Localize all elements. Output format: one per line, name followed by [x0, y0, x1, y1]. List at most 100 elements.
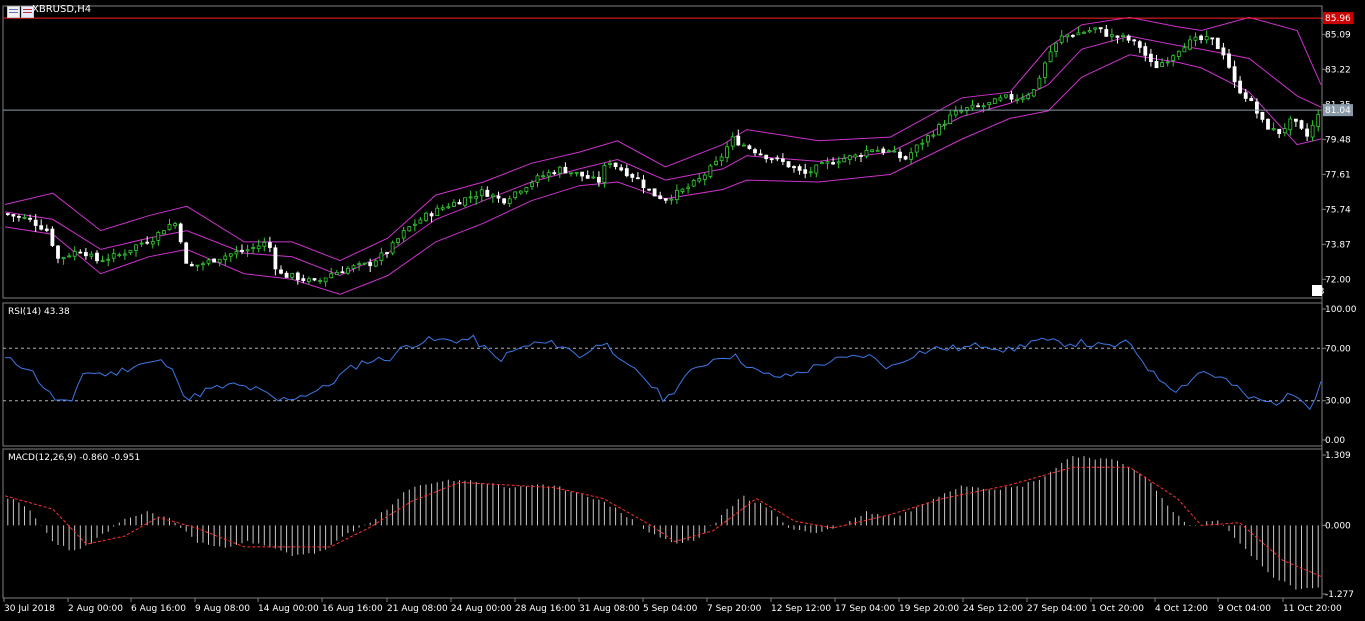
candle-body	[39, 225, 44, 230]
candle-body	[139, 242, 144, 245]
candle-body	[284, 272, 289, 278]
candle-body	[992, 98, 997, 104]
candle-body	[825, 161, 830, 164]
candle-body	[524, 187, 529, 192]
candle-body	[1243, 92, 1248, 99]
candle-body	[457, 201, 462, 205]
candle-body	[496, 195, 501, 199]
candle-body	[909, 152, 913, 160]
candle-body	[702, 174, 707, 180]
candle-body	[429, 213, 434, 217]
candle-body	[530, 182, 534, 187]
candle-body	[775, 157, 780, 160]
candle-body	[1299, 120, 1304, 129]
time-tick-label: 5 Sep 04:00	[643, 604, 698, 614]
candle-body	[786, 161, 791, 168]
price-tick-label: 79.48	[1325, 135, 1351, 145]
candle-body	[736, 135, 741, 146]
candle-body	[463, 197, 467, 206]
candle-body	[150, 241, 155, 245]
macd-label: MACD(12,26,9) -0.860 -0.951	[8, 453, 141, 463]
candle-body	[892, 150, 897, 153]
candle-body	[898, 151, 902, 159]
time-tick-label: 16 Aug 16:00	[322, 604, 383, 614]
time-tick-label: 9 Aug 08:00	[195, 604, 250, 614]
symbol-title: XBRUSD,H4	[32, 4, 92, 15]
time-tick-label: 28 Aug 16:00	[515, 604, 576, 614]
small-marker-label: 03	[1313, 287, 1324, 297]
candle-body	[1160, 62, 1164, 67]
candle-body	[769, 158, 774, 161]
price-panel	[3, 16, 1322, 295]
candle-body	[385, 252, 389, 255]
candle-body	[474, 195, 479, 199]
candle-body	[228, 253, 233, 257]
candle-body	[1266, 118, 1270, 130]
candle-body	[569, 172, 573, 175]
candle-body	[836, 161, 841, 164]
candle-body	[84, 252, 88, 257]
time-tick-label: 24 Sep 12:00	[963, 604, 1023, 614]
candle-body	[1031, 89, 1036, 97]
time-tick-label: 19 Sep 20:00	[899, 604, 959, 614]
panel-border-0	[2, 5, 1323, 299]
candle-body	[1137, 41, 1142, 48]
price-tick-label: 85.09	[1325, 30, 1351, 40]
chart-window-icon	[7, 6, 20, 18]
candle-body	[1204, 36, 1209, 41]
candle-body	[808, 171, 813, 174]
rsi-tick-label: 0.00	[1325, 436, 1345, 446]
candle-body	[1188, 39, 1192, 50]
chart-window[interactable]: 85.9685.0983.2281.3579.4877.6175.7473.87…	[0, 0, 1365, 621]
candle-body	[942, 123, 947, 126]
candle-body	[373, 260, 378, 267]
candle-body	[223, 255, 228, 260]
candle-body	[920, 142, 925, 145]
candle-body	[948, 114, 953, 125]
candle-body	[206, 259, 211, 264]
time-tick-label: 7 Sep 20:00	[707, 604, 762, 614]
candle-body	[368, 262, 373, 267]
time-tick-label: 30 Jul 2018	[4, 604, 55, 614]
candle-body	[1037, 77, 1042, 89]
candle-body	[1149, 53, 1153, 63]
chart-canvas[interactable]: 85.9685.0983.2281.3579.4877.6175.7473.87…	[0, 0, 1365, 621]
candle-body	[574, 171, 579, 174]
rsi-panel	[3, 334, 1322, 411]
candle-body	[318, 280, 323, 282]
rsi-line	[4, 334, 1322, 411]
candle-body	[1071, 35, 1075, 37]
candle-body	[340, 271, 345, 274]
candle-body	[1294, 118, 1298, 122]
candle-body	[301, 278, 306, 282]
candle-body	[792, 166, 796, 169]
candle-body	[725, 146, 729, 158]
candle-body	[273, 247, 278, 270]
candle-body	[212, 258, 217, 263]
candle-body	[585, 175, 590, 179]
candle-body	[1126, 35, 1131, 41]
candle-body	[11, 214, 16, 217]
candle-body	[95, 252, 99, 262]
candle-body	[201, 263, 205, 266]
candle-body	[1277, 128, 1282, 135]
candle-body	[1310, 124, 1315, 138]
candle-body	[345, 267, 350, 274]
candle-body	[245, 249, 250, 252]
candle-body	[652, 188, 657, 197]
panel-border-1	[2, 302, 1323, 447]
candle-body	[730, 136, 735, 147]
candle-body	[67, 255, 71, 258]
candle-body	[608, 162, 612, 165]
candle-body	[390, 242, 395, 254]
candle-body	[987, 102, 992, 105]
candle-body	[195, 264, 200, 267]
time-tick-label: 11 Oct 20:00	[1283, 604, 1342, 614]
candle-body	[870, 149, 874, 152]
bid-price-label: 81.04	[1325, 106, 1351, 116]
candle-body	[418, 219, 423, 224]
candle-body	[351, 265, 356, 269]
candle-body	[541, 175, 545, 178]
axis-labels: 85.9685.0983.2281.3579.4877.6175.7473.87…	[3, 12, 1357, 614]
candle-body	[485, 189, 490, 197]
